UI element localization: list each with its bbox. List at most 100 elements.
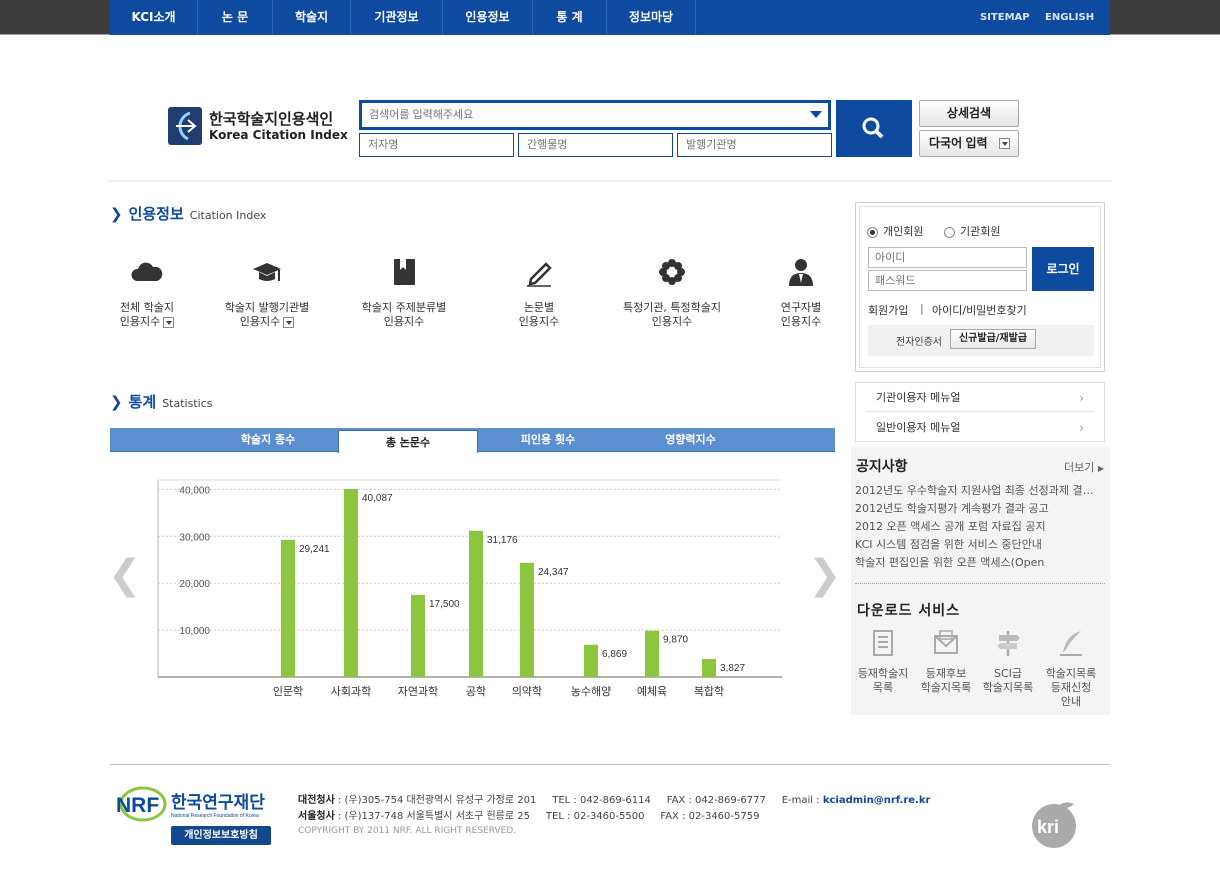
radio-icon bbox=[867, 226, 878, 238]
kri-text: kri bbox=[1037, 817, 1059, 837]
search-icon bbox=[862, 117, 884, 139]
nrf-logo-mark: NRF 한국연구재단 National Research Foundation … bbox=[116, 786, 265, 822]
nav-kci-intro[interactable]: KCI소개 bbox=[110, 0, 198, 35]
chevron-down-icon[interactable] bbox=[810, 111, 822, 118]
search-input[interactable] bbox=[362, 103, 782, 127]
radio-label: 기관회원 bbox=[960, 225, 1001, 238]
password-input[interactable] bbox=[868, 270, 1027, 291]
copyright-text: COPYRIGHT BY 2011 NRF. ALL RIGHT RESERVE… bbox=[298, 826, 517, 836]
citation-label: 학술지 주제분류별 bbox=[361, 301, 447, 314]
footer-fax: FAX : 042-869-6777 bbox=[666, 795, 766, 806]
kci-logo-mark bbox=[168, 107, 202, 145]
tab-impact-factor[interactable]: 영향력지수 bbox=[618, 428, 763, 452]
join-link[interactable]: 회원가입 bbox=[868, 302, 908, 318]
tab-total-papers[interactable]: 총 논문수 bbox=[338, 430, 478, 453]
citation-item-all-journals[interactable]: 전체 학술지 인용지수 bbox=[112, 255, 182, 329]
citation-subtitle: Citation Index bbox=[189, 209, 267, 222]
download-candidate-journals[interactable]: 등재후보 학술지목록 bbox=[914, 628, 978, 695]
tab-journal-count[interactable]: 학술지 종수 bbox=[198, 428, 338, 452]
dropdown-icon[interactable] bbox=[283, 316, 295, 328]
chart-value-label: 17,500 bbox=[429, 599, 460, 610]
radio-institution-member[interactable]: 기관회원 bbox=[944, 223, 1000, 239]
footer-email-link[interactable]: kciadmin@nrf.re.kr bbox=[823, 795, 931, 806]
citation-item-by-publisher[interactable]: 학술지 발행기관별 인용지수 bbox=[222, 255, 312, 329]
nav-statistics[interactable]: 통 계 bbox=[533, 0, 607, 35]
chart-bar bbox=[344, 488, 358, 677]
multilang-input-button[interactable]: 다국어 입력 bbox=[919, 130, 1019, 157]
chart-value-label: 6,869 bbox=[602, 649, 627, 660]
chart-next-arrow[interactable]: ❯ bbox=[808, 555, 842, 595]
kci-logo[interactable]: 한국학술지인용색인 Korea Citation Index bbox=[168, 106, 348, 146]
chart-value-label: 9,870 bbox=[663, 635, 688, 646]
publisher-input[interactable] bbox=[677, 133, 832, 157]
id-input[interactable] bbox=[868, 247, 1027, 268]
dropdown-icon bbox=[999, 138, 1010, 149]
notice-more-link[interactable]: 더보기 ▶ bbox=[1064, 459, 1104, 475]
manual-general-link[interactable]: 일반이용자 메뉴얼 › bbox=[866, 414, 1094, 442]
notice-item[interactable]: 학술지 편집인을 위한 오픈 액세스(Open bbox=[855, 554, 1095, 570]
notice-item[interactable]: 2012년도 학술지평가 계속평가 결과 공고 bbox=[855, 500, 1095, 516]
nrf-korean-name: 한국연구재단 bbox=[171, 793, 265, 813]
chart-prev-arrow[interactable]: ❮ bbox=[108, 555, 142, 595]
download-label: 학술지목록 bbox=[982, 681, 1034, 694]
footer-daejeon-line: 대전청사 : (우)305-754 대전광역시 유성구 가정로 201 TEL … bbox=[298, 791, 930, 806]
nav-info-board[interactable]: 정보마당 bbox=[607, 0, 696, 35]
footer-fax: FAX : 02-3460-5759 bbox=[660, 811, 760, 822]
author-input[interactable] bbox=[359, 133, 514, 157]
chart-value-label: 29,241 bbox=[299, 544, 330, 555]
chart-y-tick-label: 10,000 bbox=[179, 626, 210, 637]
kri-logo-mark: kri bbox=[1032, 802, 1076, 848]
chart-y-tick-label: 20,000 bbox=[179, 579, 210, 590]
chart-x-tick-label: 예체육 bbox=[637, 685, 667, 698]
sitemap-link[interactable]: SITEMAP bbox=[980, 0, 1030, 35]
notice-item[interactable]: 2012년도 우수학술지 지원사업 최종 선정과제 결과 공고 bbox=[855, 482, 1095, 498]
advanced-search-button[interactable]: 상세검색 bbox=[919, 100, 1019, 127]
download-registered-journals[interactable]: 등재학술지 목록 bbox=[851, 628, 915, 695]
chart-value-label: 40,087 bbox=[362, 493, 393, 504]
nav-citation[interactable]: 인용정보 bbox=[443, 0, 533, 35]
radio-label: 개인회원 bbox=[883, 225, 924, 238]
citation-label: 인용지수 bbox=[239, 315, 281, 328]
tab-cited-count[interactable]: 피인용 횟수 bbox=[478, 428, 618, 452]
graduation-cap-icon bbox=[253, 263, 281, 281]
statistics-tabs: 학술지 종수 총 논문수 피인용 횟수 영향력지수 bbox=[110, 428, 835, 453]
footer-label: 대전청사 bbox=[298, 795, 335, 806]
notice-item[interactable]: 2012 오픈 액세스 공개 포럼 자료집 공지 bbox=[855, 518, 1095, 534]
download-registration-guide[interactable]: 학술지목록 등재신청 안내 bbox=[1039, 628, 1103, 709]
radio-icon bbox=[944, 226, 955, 238]
download-sci-journals[interactable]: SCI급 학술지목록 bbox=[976, 628, 1040, 695]
chart-x-tick-label: 사회과학 bbox=[331, 685, 371, 698]
nav-papers[interactable]: 논 문 bbox=[198, 0, 273, 35]
cloud-icon bbox=[131, 262, 163, 281]
dropdown-icon[interactable] bbox=[163, 316, 175, 328]
arrow-icon: ❯ bbox=[110, 205, 123, 223]
citation-label: 전체 학술지 bbox=[119, 301, 175, 314]
citation-item-by-subject[interactable]: 학술지 주제분류별 인용지수 bbox=[356, 255, 452, 329]
citation-label: 인용지수 bbox=[518, 315, 560, 328]
citation-item-by-paper[interactable]: 논문별 인용지수 bbox=[510, 255, 568, 329]
find-account-link[interactable]: 아이디/비밀번호찾기 bbox=[932, 302, 1027, 318]
certificate-issue-button[interactable]: 신규발급/재발급 bbox=[950, 329, 1036, 349]
divider bbox=[108, 180, 1112, 182]
download-title: 다운로드 서비스 bbox=[857, 603, 961, 619]
download-label: SCI급 bbox=[993, 667, 1023, 680]
notice-item[interactable]: KCI 시스템 점검을 위한 서비스 중단안내 bbox=[855, 536, 1095, 552]
notice-title: 공지사항 bbox=[856, 459, 908, 475]
citation-item-by-researcher[interactable]: 연구자별 인용지수 bbox=[774, 255, 828, 329]
english-link[interactable]: ENGLISH bbox=[1045, 0, 1094, 35]
citation-item-by-institution[interactable]: 특정기관, 특정학술지 인용지수 bbox=[617, 255, 727, 329]
main-nav: KCI소개 논 문 학술지 기관정보 인용정보 통 계 정보마당 SITEMAP… bbox=[110, 0, 1110, 35]
radio-personal-member[interactable]: 개인회원 bbox=[867, 223, 923, 239]
privacy-policy-button[interactable]: 개인정보보호방침 bbox=[171, 826, 271, 845]
divider bbox=[855, 583, 1105, 584]
manual-institution-link[interactable]: 기관이용자 메뉴얼 › bbox=[866, 384, 1094, 412]
nav-institutions[interactable]: 기관정보 bbox=[351, 0, 443, 35]
download-label: 등재신청 bbox=[1050, 681, 1092, 694]
login-button[interactable]: 로그인 bbox=[1032, 247, 1094, 291]
nav-journals[interactable]: 학술지 bbox=[273, 0, 351, 35]
manual-panel: 기관이용자 메뉴얼 › 일반이용자 메뉴얼 › bbox=[855, 382, 1105, 442]
search-button[interactable] bbox=[836, 100, 912, 157]
statistics-title: 통계 bbox=[128, 393, 157, 411]
chart-bar bbox=[281, 539, 295, 677]
journal-input[interactable] bbox=[518, 133, 673, 157]
